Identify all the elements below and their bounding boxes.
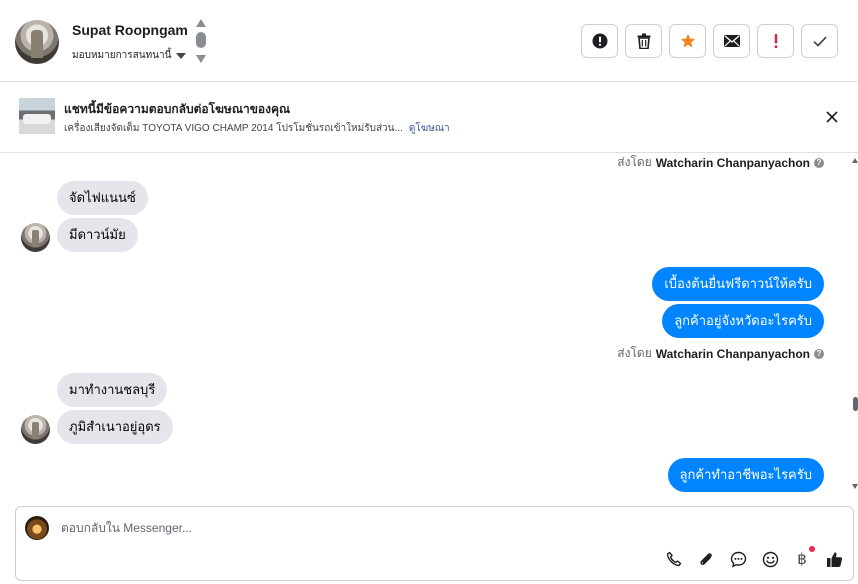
- exclamation-icon: [774, 34, 777, 49]
- sent-by-prefix: ส่งโดย: [617, 155, 652, 169]
- message-bubble-incoming[interactable]: มาทำงานชลบุรี: [57, 373, 168, 407]
- info-icon[interactable]: ?: [814, 348, 824, 359]
- contact-name[interactable]: Supat Roopngam: [72, 22, 188, 38]
- alert-circle-icon: [592, 33, 607, 49]
- message-bubble-incoming[interactable]: จัดไฟแนนซ์: [57, 181, 148, 215]
- caret-down-icon: [176, 52, 187, 59]
- close-icon[interactable]: [824, 109, 840, 125]
- contact-avatar[interactable]: [15, 20, 59, 64]
- view-ad-link[interactable]: ดูโฆษณา: [409, 123, 450, 134]
- thread-scrollbar[interactable]: [852, 154, 858, 504]
- thumbs-up-icon[interactable]: [824, 549, 844, 569]
- envelope-icon: [723, 35, 740, 47]
- assign-label: มอบหมายการสนทนานี้: [72, 50, 172, 61]
- mark-unread-button[interactable]: [713, 24, 750, 58]
- chat-bubble-icon[interactable]: [728, 549, 748, 569]
- reply-input[interactable]: [61, 521, 561, 535]
- ad-thumbnail[interactable]: [19, 98, 55, 134]
- baht-symbol: ฿: [797, 550, 807, 568]
- phone-icon[interactable]: [664, 549, 684, 569]
- ad-banner-title: แชทนี้มีข้อความตอบกลับต่อโฆษณาของคุณ: [64, 102, 291, 116]
- star-icon: [680, 34, 695, 48]
- delete-button[interactable]: [625, 24, 662, 58]
- trash-icon: [637, 33, 650, 49]
- conversation-header: Supat Roopngam มอบหมายการสนทนานี้: [0, 0, 858, 82]
- info-icon[interactable]: ?: [814, 157, 824, 168]
- follow-up-button[interactable]: [757, 24, 794, 58]
- assign-conversation-dropdown[interactable]: มอบหมายการสนทนานี้: [72, 48, 187, 63]
- scroll-down-icon[interactable]: [852, 484, 858, 489]
- contact-avatar-small: [21, 415, 50, 444]
- conversation-nav: [195, 19, 207, 65]
- message-bubble-outgoing[interactable]: ลูกค้าทำอาชีพอะไรครับ: [667, 458, 824, 492]
- page-avatar: [25, 516, 49, 540]
- scroll-thumb[interactable]: [853, 397, 858, 411]
- header-actions: [581, 24, 838, 58]
- check-icon: [812, 36, 827, 47]
- next-conversation-icon[interactable]: [196, 55, 206, 63]
- agent-name[interactable]: Watcharin Chanpanyachon: [656, 156, 810, 170]
- sent-by-label: ส่งโดย Watcharin Chanpanyachon ?: [617, 344, 824, 363]
- reply-composer: ฿: [15, 506, 854, 581]
- message-thread: ส่งโดย Watcharin Chanpanyachon ? จัดไฟแน…: [0, 154, 852, 504]
- message-bubble-incoming[interactable]: มีดาวน์มัย: [57, 218, 138, 252]
- agent-name[interactable]: Watcharin Chanpanyachon: [656, 347, 810, 361]
- composer-toolbar: ฿: [664, 546, 844, 569]
- notification-dot: [809, 546, 815, 552]
- message-bubble-outgoing[interactable]: เบื้องต้นยื่นฟรีดาวน์ให้ครับ: [652, 267, 824, 301]
- sent-by-prefix: ส่งโดย: [617, 346, 652, 360]
- ad-reply-banner: แชทนี้มีข้อความตอบกลับต่อโฆษณาของคุณ เคร…: [0, 83, 858, 153]
- done-button[interactable]: [801, 24, 838, 58]
- baht-icon[interactable]: ฿: [792, 546, 815, 569]
- previous-conversation-icon[interactable]: [196, 19, 206, 27]
- message-bubble-incoming[interactable]: ภูมิสำเนาอยู่อุดร: [57, 410, 173, 444]
- scroll-up-icon[interactable]: [852, 158, 858, 163]
- sent-by-label: ส่งโดย Watcharin Chanpanyachon ?: [617, 154, 824, 172]
- paperclip-icon[interactable]: [696, 549, 716, 569]
- emoji-icon[interactable]: [760, 549, 780, 569]
- ad-banner-subtitle: เครื่องเสียงจัดเต็ม TOYOTA VIGO CHAMP 20…: [64, 121, 450, 136]
- nav-handle-icon: [196, 32, 206, 48]
- message-bubble-outgoing[interactable]: ลูกค้าอยู่จังหวัดอะไรครับ: [662, 304, 824, 338]
- spam-alert-button[interactable]: [581, 24, 618, 58]
- ad-description: เครื่องเสียงจัดเต็ม TOYOTA VIGO CHAMP 20…: [64, 123, 403, 134]
- star-button[interactable]: [669, 24, 706, 58]
- contact-avatar-small: [21, 223, 50, 252]
